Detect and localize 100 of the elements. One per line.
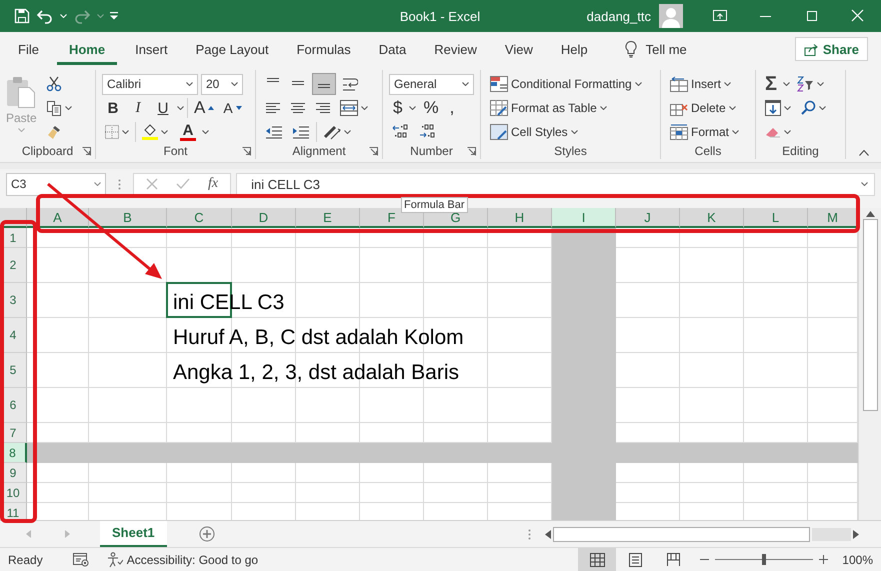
conditional-formatting-icon [490,76,508,92]
customize-icon[interactable] [110,12,118,20]
fill-down-icon [765,100,781,116]
maximize-icon[interactable] [804,8,820,24]
merge-button[interactable] [337,97,371,119]
macro-recorder-icon[interactable] [72,552,89,566]
ribbon-tab[interactable]: View [490,36,547,65]
save-icon[interactable] [14,8,30,24]
slider-thumb[interactable] [762,554,766,565]
ribbon-tab[interactable]: Data [364,36,420,65]
search-field[interactable]: Tell me [646,42,687,56]
caret-icon[interactable] [634,82,642,86]
format-button[interactable]: Format [667,121,742,143]
dialog-launcher-icon[interactable] [369,146,378,156]
grow-font-button[interactable]: A [191,97,218,119]
caret-icon[interactable] [231,82,238,86]
column-header[interactable]: K [680,208,744,228]
vertical-scrollbar[interactable] [858,208,881,520]
column-header[interactable]: M [808,208,858,228]
caret-icon[interactable] [94,182,101,186]
caret-icon[interactable] [600,106,607,110]
shrink-font-button[interactable]: A [220,97,245,119]
ribbon-tab[interactable]: File [4,36,53,65]
font-dropdown[interactable]: Calibri [102,74,198,94]
comma-style-button[interactable]: , [446,97,458,119]
font-color-button[interactable]: A [174,121,212,143]
close-icon[interactable] [850,8,866,24]
dialog-launcher-icon[interactable] [242,146,251,156]
caret-icon[interactable] [177,106,184,110]
sheet-tab[interactable]: Sheet1 [100,520,167,546]
bold-button[interactable]: B [102,97,124,119]
ribbon-tab[interactable]: Review [420,36,491,65]
grip-icon [118,178,121,190]
caret-icon[interactable] [783,82,790,86]
caret-icon[interactable] [861,182,868,186]
scroll-left-icon[interactable] [545,530,551,538]
font-size-dropdown[interactable]: 20 [201,74,243,94]
dialog-launcher-icon[interactable] [82,146,91,156]
ribbon-tab[interactable]: Help [546,36,602,65]
scroll-up-icon[interactable] [866,211,874,217]
scrollbar-thumb[interactable] [553,526,810,542]
caret-icon[interactable] [724,82,732,86]
normal-view-button[interactable] [578,548,616,571]
caret-icon[interactable] [817,82,824,86]
column-header[interactable]: C [167,208,232,228]
group-label: Editing [782,144,819,158]
undo-icon[interactable] [36,8,54,24]
column-header[interactable]: B [89,208,167,228]
ribbon-tab[interactable]: Formulas [282,36,365,65]
caret-icon[interactable] [361,106,368,110]
caret-icon[interactable] [409,106,416,110]
number-format-dropdown[interactable]: General [389,74,474,94]
scroll-right-icon[interactable] [853,530,859,538]
column-header[interactable]: J [616,208,680,228]
ribbon-tab[interactable]: Page Layout [182,36,283,65]
italic-button[interactable]: I [127,97,149,119]
format-as-table-button[interactable]: Format as Table [487,97,610,119]
accessibility-status[interactable]: Accessibility: Good to go [106,552,258,568]
insert-function-button[interactable]: fx [208,176,218,192]
cell-styles-button[interactable]: Cell Styles [487,121,581,143]
column-header[interactable]: I [552,208,616,228]
insert-button[interactable]: Insert [667,73,734,95]
column-header[interactable]: H [488,208,552,228]
column-header[interactable]: L [744,208,808,228]
currency-button[interactable]: $ [389,97,406,119]
wrap-text-icon [342,76,358,92]
name-box[interactable]: C3 [6,172,106,196]
caret-icon[interactable] [344,130,351,134]
caret-icon[interactable] [728,106,736,110]
caret-icon[interactable] [732,130,740,134]
caret-icon[interactable] [186,82,193,86]
caret-icon[interactable] [784,130,791,134]
borders-icon [105,125,119,139]
autosum-button[interactable]: Σ [762,73,780,95]
bottom-align-button[interactable] [312,73,336,95]
caret-icon[interactable] [784,106,791,110]
collapse-ribbon-icon[interactable] [858,150,868,156]
add-sheet-icon[interactable] [198,526,215,542]
caret-icon[interactable] [570,130,578,134]
dialog-launcher-icon[interactable] [467,146,476,156]
formula-field[interactable]: ini CELL C3 [236,172,875,196]
caret-icon[interactable] [202,130,209,134]
column-header[interactable]: D [232,208,296,228]
zoom-in-icon[interactable] [819,555,828,564]
caret-icon[interactable] [161,130,168,134]
column-header[interactable]: E [296,208,360,228]
caret-icon[interactable] [122,130,129,134]
percent-button[interactable]: % [419,97,443,119]
lightbulb-icon[interactable] [624,40,638,58]
ribbon-tab[interactable]: Insert [121,36,182,65]
underline-button[interactable]: U [152,97,174,119]
conditional-formatting-button[interactable]: Conditional Formatting [487,73,645,95]
share-button[interactable]: Share [794,37,868,61]
column-header[interactable]: F [360,208,424,228]
scrollbar-thumb[interactable] [862,219,878,411]
caret-icon[interactable] [64,106,72,110]
caret-icon[interactable] [819,106,826,110]
ribbon-display-icon[interactable] [712,8,728,24]
caret-icon[interactable] [462,82,469,86]
delete-button[interactable]: Delete [667,97,739,119]
